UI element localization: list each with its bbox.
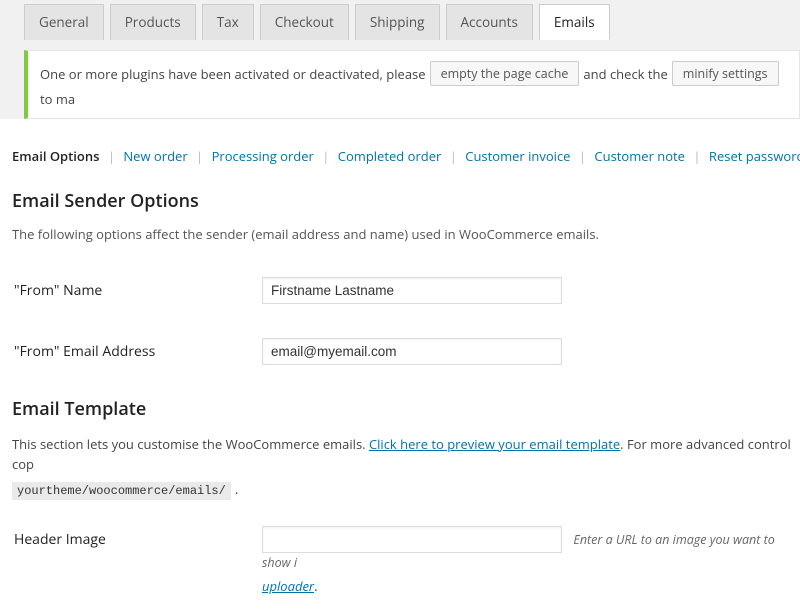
template-form-table: Header Image Enter a URL to an image you… (0, 508, 800, 613)
preview-template-link[interactable]: Click here to preview your email templat… (369, 435, 620, 453)
tab-products[interactable]: Products (110, 4, 196, 40)
subnav-new-order[interactable]: New order (118, 147, 192, 165)
subnav-customer-note[interactable]: Customer note (589, 147, 690, 165)
template-desc-pre: This section lets you customise the WooC… (12, 435, 369, 453)
tab-accounts[interactable]: Accounts (446, 4, 533, 40)
subnav-current: Email Options (12, 147, 104, 165)
subnav-completed-order[interactable]: Completed order (333, 147, 447, 165)
template-code-row: yourtheme/woocommerce/emails/. (0, 478, 800, 500)
subnav-separator: | (579, 147, 586, 165)
subnav-separator: | (322, 147, 329, 165)
from-email-label: "From" Email Address (2, 322, 260, 381)
email-template-desc: This section lets you customise the WooC… (0, 429, 800, 478)
sender-form-table: "From" Name "From" Email Address (0, 259, 800, 383)
uploader-post: . (314, 577, 317, 595)
subnav-separator: | (108, 147, 115, 165)
empty-cache-button[interactable]: empty the page cache (430, 61, 580, 86)
tab-tax[interactable]: Tax (202, 4, 254, 40)
email-sender-heading: Email Sender Options (0, 175, 800, 221)
admin-notice: One or more plugins have been activated … (24, 50, 800, 119)
notice-text-prefix: One or more plugins have been activated … (40, 65, 426, 83)
from-name-label: "From" Name (2, 261, 260, 320)
header-image-input[interactable] (262, 526, 562, 553)
header-image-label: Header Image (2, 510, 260, 611)
template-code-post: . (231, 480, 238, 498)
notice-text-suffix: to ma (40, 90, 75, 108)
settings-tabs: General Products Tax Checkout Shipping A… (0, 0, 800, 40)
template-path-code: yourtheme/woocommerce/emails/ (12, 482, 231, 500)
from-email-input[interactable] (262, 338, 562, 365)
subnav-separator: | (196, 147, 203, 165)
tab-shipping[interactable]: Shipping (355, 4, 440, 40)
media-uploader-link[interactable]: uploader (262, 577, 314, 595)
email-subnav: Email Options | New order | Processing o… (0, 119, 800, 175)
subnav-reset-password[interactable]: Reset password (704, 147, 800, 165)
from-name-input[interactable] (262, 277, 562, 304)
tab-emails[interactable]: Emails (539, 4, 610, 40)
minify-settings-button[interactable]: minify settings (672, 61, 779, 86)
subnav-separator: | (450, 147, 457, 165)
subnav-processing-order[interactable]: Processing order (207, 147, 319, 165)
subnav-customer-invoice[interactable]: Customer invoice (460, 147, 575, 165)
notice-text-mid: and check the (583, 65, 667, 83)
tab-general[interactable]: General (24, 4, 104, 40)
email-sender-desc: The following options affect the sender … (0, 221, 800, 251)
subnav-separator: | (693, 147, 700, 165)
tab-checkout[interactable]: Checkout (260, 4, 349, 40)
email-template-heading: Email Template (0, 383, 800, 429)
